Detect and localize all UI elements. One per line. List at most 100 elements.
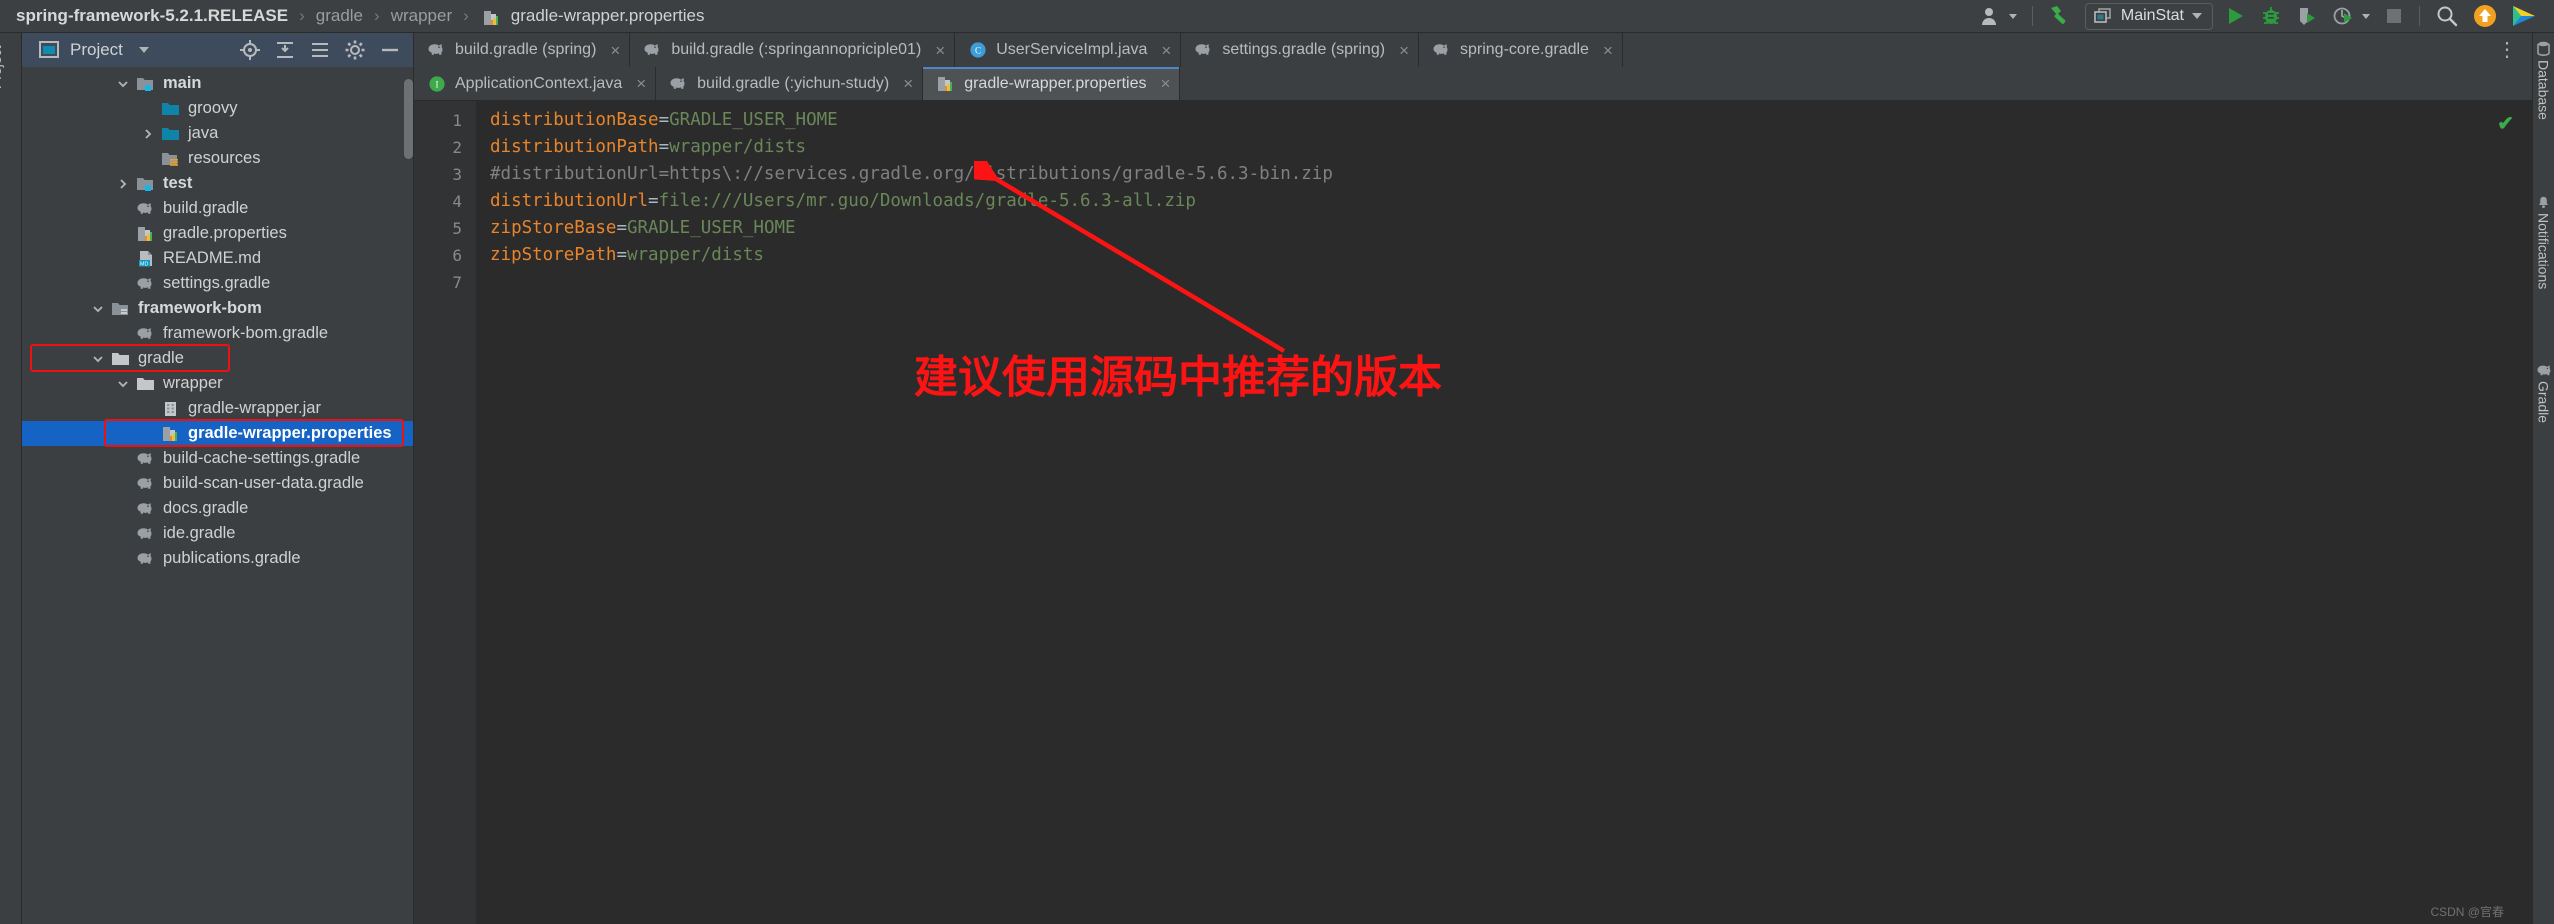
tool-window-button-database[interactable]: Database [2536, 41, 2552, 120]
tree-node[interactable]: ide.gradle [22, 521, 413, 546]
code-content[interactable]: distributionBase=GRADLE_USER_HOME distrib… [476, 101, 2532, 924]
tree-node[interactable]: resources [22, 146, 413, 171]
chevron-down-icon[interactable] [138, 47, 149, 53]
tool-window-button-gradle[interactable]: Gradle [2536, 363, 2552, 423]
close-tab-icon[interactable]: × [1161, 75, 1171, 92]
user-icon[interactable] [1974, 3, 2024, 30]
code-line[interactable]: distributionUrl=file:///Users/mr.guo/Dow… [490, 188, 2532, 215]
tree-node[interactable]: gradle-wrapper.jar [22, 396, 413, 421]
expand-all-icon[interactable] [274, 39, 296, 61]
editor-tab[interactable]: spring-core.gradle × [1419, 33, 1623, 67]
chevron-down-icon[interactable] [115, 76, 131, 92]
gradle-icon [643, 41, 663, 59]
coverage-icon[interactable] [2289, 3, 2325, 30]
chevron-right-icon[interactable] [115, 176, 131, 192]
project-panel-header: Project [22, 33, 413, 67]
tree-node[interactable]: publications.gradle [22, 546, 413, 571]
hide-window-icon[interactable] [379, 39, 401, 61]
settings-gear-icon[interactable] [344, 39, 366, 61]
close-tab-icon[interactable]: × [1603, 42, 1613, 59]
ide-logo-icon[interactable] [2504, 3, 2544, 30]
property-key: distributionUrl [490, 191, 649, 211]
breadcrumb-item-wrapper[interactable]: wrapper [389, 6, 454, 26]
watermark: CSDN @官春 [2430, 905, 2504, 919]
source-folder-icon [136, 175, 156, 193]
chevron-down-icon[interactable] [90, 301, 106, 317]
profiler-icon[interactable] [2325, 3, 2377, 30]
tree-node[interactable]: MD README.md [22, 246, 413, 271]
editor-tab[interactable]: C UserServiceImpl.java × [955, 33, 1182, 67]
close-tab-icon[interactable]: × [610, 42, 620, 59]
editor-tab[interactable]: gradle-wrapper.properties × [923, 67, 1181, 100]
collapse-all-icon[interactable] [309, 39, 331, 61]
update-icon[interactable] [2466, 3, 2504, 30]
tree-node[interactable]: build-scan-user-data.gradle [22, 471, 413, 496]
editor-tabs-overflow[interactable]: ⋮ [2483, 33, 2532, 67]
code-line[interactable]: zipStorePath=wrapper/dists [490, 242, 2532, 269]
editor-tab[interactable]: settings.gradle (spring) × [1181, 33, 1419, 67]
tree-node[interactable]: build-cache-settings.gradle [22, 446, 413, 471]
project-panel-title: Project [70, 40, 123, 59]
tree-node-selected[interactable]: gradle-wrapper.properties [22, 421, 413, 446]
inspection-ok-icon: ✔ [2497, 113, 2514, 135]
locate-icon[interactable] [239, 39, 261, 61]
tree-node[interactable]: framework-bom [22, 296, 413, 321]
tree-node[interactable]: groovy [22, 96, 413, 121]
editor-tab[interactable]: build.gradle (:yichun-study) × [656, 67, 924, 100]
chevron-down-icon[interactable] [115, 376, 131, 392]
tree-node[interactable]: settings.gradle [22, 271, 413, 296]
more-options-icon[interactable]: ⋮ [2497, 40, 2518, 60]
close-tab-icon[interactable]: × [636, 75, 646, 92]
editor-tab-label: build.gradle (:yichun-study) [697, 74, 890, 92]
build-hammer-icon[interactable] [2041, 3, 2081, 30]
gradle-icon [1432, 41, 1452, 59]
code-line[interactable]: distributionPath=wrapper/dists [490, 134, 2532, 161]
close-tab-icon[interactable]: × [1161, 42, 1171, 59]
tree-node[interactable]: wrapper [22, 371, 413, 396]
tree-node[interactable]: framework-bom.gradle [22, 321, 413, 346]
editor-tab[interactable]: I ApplicationContext.java × [414, 67, 657, 100]
tree-node-label: gradle [138, 349, 184, 367]
code-line[interactable] [490, 269, 2532, 296]
close-tab-icon[interactable]: × [1399, 42, 1409, 59]
line-number: 1 [452, 111, 462, 130]
tree-node-label: build.gradle [163, 199, 249, 217]
chevron-down-icon[interactable] [90, 351, 106, 367]
editor-code-area[interactable]: 1234567 distributionBase=GRADLE_USER_HOM… [414, 101, 2532, 924]
chevron-right-icon[interactable] [140, 126, 156, 142]
code-line[interactable]: zipStoreBase=GRADLE_USER_HOME [490, 215, 2532, 242]
gradle-icon [427, 41, 447, 59]
run-configuration-selector[interactable]: MainStat [2084, 2, 2213, 30]
editor-tab[interactable]: build.gradle (spring) × [414, 33, 631, 67]
tree-node[interactable]: main [22, 71, 413, 96]
breadcrumb-item-gradle[interactable]: gradle [314, 6, 365, 26]
tree-node[interactable]: test [22, 171, 413, 196]
editor-tab-label: build.gradle (:springannopriciple01) [671, 41, 922, 58]
editor-tab-label: build.gradle (spring) [455, 41, 597, 58]
code-line[interactable]: distributionBase=GRADLE_USER_HOME [490, 107, 2532, 134]
debug-icon[interactable] [2253, 3, 2289, 30]
breadcrumb-root[interactable]: spring-framework-5.2.1.RELEASE [14, 6, 290, 26]
tree-node-label: docs.gradle [163, 499, 249, 517]
property-value: GRADLE_USER_HOME [626, 218, 796, 238]
tree-node[interactable]: java [22, 121, 413, 146]
stop-icon[interactable] [2377, 3, 2411, 30]
breadcrumb-file[interactable]: gradle-wrapper.properties [509, 6, 707, 26]
line-number: 7 [452, 273, 462, 292]
editor-tab[interactable]: build.gradle (:springannopriciple01) × [630, 33, 956, 67]
tree-node[interactable]: gradle.properties [22, 221, 413, 246]
tool-window-button-notifications[interactable]: Notifications [2536, 194, 2552, 289]
project-tree[interactable]: main groovy java resources test build.gradle g… [22, 67, 413, 924]
close-tab-icon[interactable]: × [903, 75, 913, 92]
tree-node[interactable]: build.gradle [22, 196, 413, 221]
editor-tab-label: gradle-wrapper.properties [964, 74, 1147, 92]
run-icon[interactable] [2217, 3, 2253, 30]
close-tab-icon[interactable]: × [935, 42, 945, 59]
tree-node[interactable]: gradle [22, 346, 413, 371]
property-equals: = [658, 110, 670, 130]
search-icon[interactable] [2428, 3, 2466, 30]
code-line[interactable]: #distributionUrl=https\://services.gradl… [490, 161, 2532, 188]
tool-window-button-project[interactable]: Project [0, 19, 4, 89]
tree-node[interactable]: docs.gradle [22, 496, 413, 521]
